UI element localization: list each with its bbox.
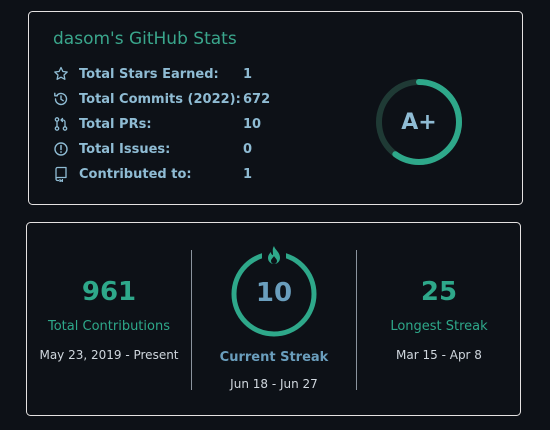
stat-value: 1	[243, 67, 253, 82]
stat-value: 672	[243, 92, 271, 107]
current-streak-range: Jun 18 - Jun 27	[230, 377, 318, 391]
current-streak-value: 10	[255, 278, 293, 308]
stat-value: 1	[243, 167, 253, 182]
rank-grade: A+	[401, 110, 437, 135]
stat-row-prs: Total PRs: 10	[53, 116, 283, 134]
total-contributions-section: 961 Total Contributions May 23, 2019 - P…	[27, 277, 191, 362]
divider-left	[191, 250, 192, 390]
stat-label: Total Commits (2022):	[79, 92, 241, 107]
total-contributions-label: Total Contributions	[48, 319, 170, 334]
stats-title: dasom's GitHub Stats	[53, 29, 237, 49]
issue-icon	[54, 142, 68, 156]
pull-request-icon	[54, 117, 68, 131]
current-streak-label: Current Streak	[219, 350, 329, 365]
repo-icon	[55, 166, 67, 182]
stat-label: Total PRs:	[79, 117, 152, 132]
stat-row-stars: Total Stars Earned: 1	[53, 66, 283, 84]
longest-streak-range: Mar 15 - Apr 8	[396, 348, 482, 362]
stat-row-contributed: Contributed to: 1	[53, 166, 283, 184]
stat-label: Total Issues:	[79, 142, 171, 157]
stat-row-commits: Total Commits (2022): 672	[53, 91, 283, 109]
streak-card: 961 Total Contributions May 23, 2019 - P…	[26, 222, 521, 416]
star-icon	[54, 66, 68, 80]
stat-label: Total Stars Earned:	[79, 67, 219, 82]
total-contributions-value: 961	[81, 277, 137, 307]
stat-value: 10	[243, 117, 262, 132]
total-contributions-range: May 23, 2019 - Present	[39, 348, 179, 362]
github-stats-card: dasom's GitHub Stats Total Stars Earned:…	[28, 11, 523, 205]
longest-streak-value: 25	[420, 277, 458, 307]
stat-row-issues: Total Issues: 0	[53, 141, 283, 159]
longest-streak-section: 25 Longest Streak Mar 15 - Apr 8	[356, 277, 522, 362]
history-icon	[54, 92, 68, 106]
stat-value: 0	[243, 142, 253, 157]
stat-label: Contributed to:	[79, 167, 192, 182]
longest-streak-label: Longest Streak	[390, 319, 488, 334]
